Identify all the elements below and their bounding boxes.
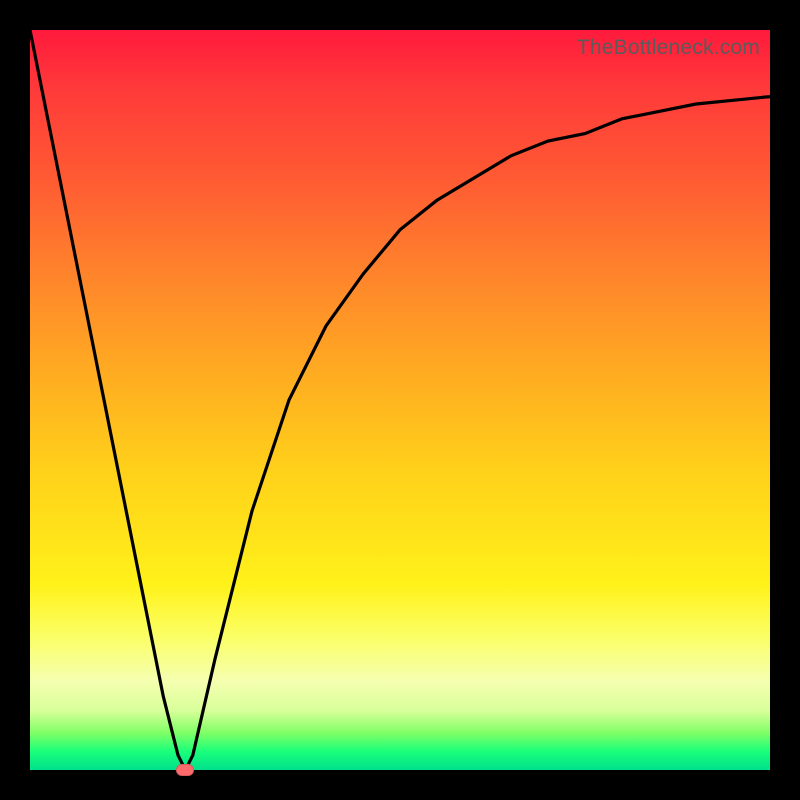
plot-area: TheBottleneck.com (30, 30, 770, 770)
curve-path (30, 30, 770, 770)
bottleneck-curve (30, 30, 770, 770)
chart-frame: TheBottleneck.com (0, 0, 800, 800)
optimum-marker (176, 764, 194, 776)
